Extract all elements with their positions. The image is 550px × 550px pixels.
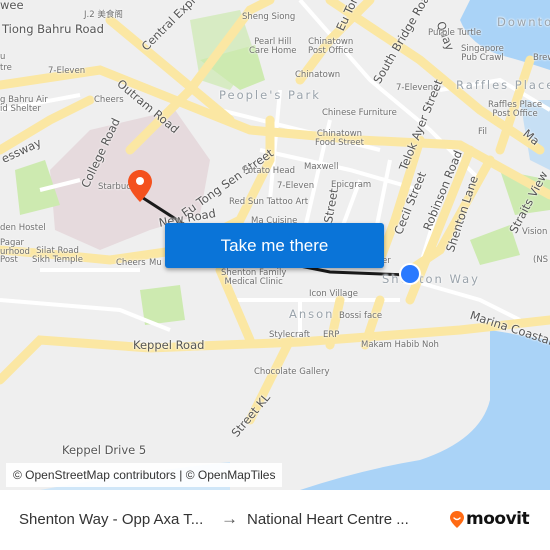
poi-seven-eleven-3[interactable]: 7-Eleven: [277, 182, 314, 191]
route-footer: Shenton Way - Opp Axa T... → National He…: [0, 490, 550, 550]
poi-j2[interactable]: J.2 美食阁: [84, 11, 123, 20]
poi-brew[interactable]: Brew: [533, 54, 550, 63]
destination-pin-icon[interactable]: [128, 170, 152, 202]
poi-ns: (NS: [533, 255, 549, 265]
poi-chinatown-po[interactable]: Chinatown Post Office: [308, 38, 353, 55]
poi-silat-road-temple[interactable]: Silat Road Sikh Temple: [32, 247, 83, 264]
poi-icon-village[interactable]: Icon Village: [309, 290, 358, 299]
poi-cheers-1[interactable]: Cheers: [94, 96, 124, 105]
poi-seven-eleven-1[interactable]: 7-Eleven: [48, 67, 85, 76]
poi-erp[interactable]: ERP: [323, 331, 339, 340]
map-canvas[interactable]: wee Tiong Bahru Road Central Expressway …: [0, 0, 550, 490]
poi-pagar[interactable]: Pagar urhood Post: [0, 239, 30, 265]
area-downtown: Downtown: [497, 15, 550, 29]
origin-location-dot-icon[interactable]: [401, 265, 419, 283]
moovit-pin-icon: [450, 510, 464, 528]
poi-tb-air-shelter[interactable]: g Bahru Air id Shelter: [0, 96, 48, 113]
poi-sg-pub-crawl[interactable]: Singapore Pub Crawl: [461, 45, 504, 62]
poi-seven-eleven-2[interactable]: 7-Eleven: [396, 84, 433, 93]
area-peoples-park: People's Park: [219, 88, 321, 102]
poi-sheng-siong[interactable]: Sheng Siong: [242, 13, 295, 22]
poi-potato-head[interactable]: Potato Head: [243, 167, 295, 176]
poi-chinatown[interactable]: Chinatown: [295, 71, 340, 80]
poi-u: u: [0, 52, 6, 62]
poi-chocolate-gallery[interactable]: Chocolate Gallery: [254, 368, 330, 377]
poi-stylecraft[interactable]: Stylecraft: [269, 331, 310, 340]
moovit-logo[interactable]: moovit: [450, 509, 530, 529]
poi-hostel[interactable]: den Hostel: [0, 224, 46, 233]
area-raffles-place: Raffles Place: [456, 78, 550, 92]
poi-shenton-clinic[interactable]: Shenton Family Medical Clinic: [221, 269, 286, 286]
poi-red-sun-tattoo[interactable]: Red Sun Tattoo Art: [229, 198, 308, 207]
poi-bossi-face[interactable]: Bossi face: [339, 312, 382, 321]
poi-maxwell[interactable]: Maxwell: [304, 163, 338, 172]
moovit-wordmark: moovit: [466, 509, 530, 529]
route-origin: Shenton Way - Opp Axa T...: [19, 511, 204, 528]
map-attribution[interactable]: © OpenStreetMap contributors | © OpenMap…: [6, 463, 283, 487]
label-tiong-bahru-road: Tiong Bahru Road: [2, 22, 104, 36]
poi-makam[interactable]: Makam Habib Noh: [361, 341, 439, 350]
water-bay: [300, 330, 550, 490]
poi-purple-turtle[interactable]: Purple Turtle: [428, 29, 481, 38]
poi-epicgram[interactable]: Epicgram: [331, 181, 371, 190]
poi-fil[interactable]: Fil: [478, 128, 487, 137]
poi-vision[interactable]: Vision: [522, 228, 547, 237]
area-shenton-way: Shenton Way: [382, 272, 480, 286]
poi-raffles-po[interactable]: Raffles Place Post Office: [488, 101, 542, 118]
poi-pearl-hill[interactable]: Pearl Hill Care Home: [249, 38, 297, 55]
take-me-there-button[interactable]: Take me there: [165, 223, 384, 268]
route-destination: National Heart Centre ...: [247, 511, 409, 528]
poi-tre: tre: [0, 63, 12, 73]
poi-chinatown-food-street[interactable]: Chinatown Food Street: [315, 130, 364, 147]
poi-chinese-furniture[interactable]: Chinese Furniture: [322, 109, 397, 118]
poi-cheers-2[interactable]: Cheers: [116, 259, 146, 268]
label-keppel-road: Keppel Road: [133, 338, 205, 352]
area-anson: Anson: [289, 307, 335, 321]
poi-mu: Mu: [149, 258, 162, 268]
arrow-right-icon: →: [221, 509, 238, 528]
label-keppel-drive-5: Keppel Drive 5: [62, 443, 147, 457]
label-wee: wee: [0, 0, 24, 12]
